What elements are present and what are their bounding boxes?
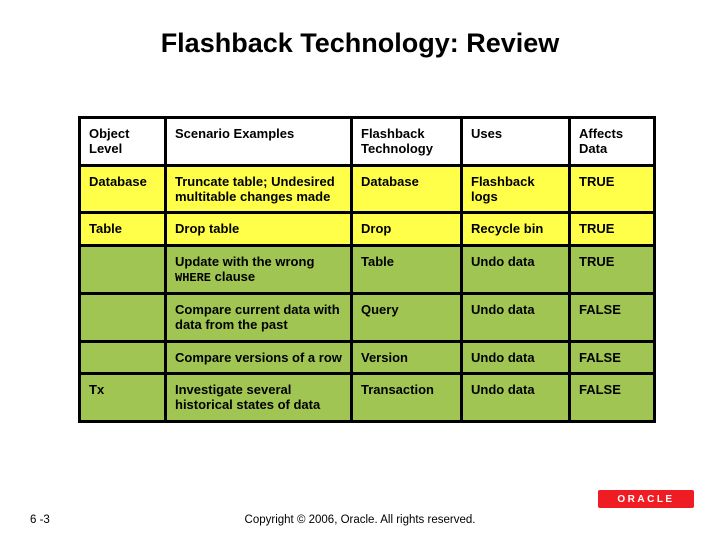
cell-uses: Undo data xyxy=(462,245,570,293)
footer: 6 -3 Copyright © 2006, Oracle. All right… xyxy=(0,514,720,526)
cell-flashback-tech: Version xyxy=(352,341,462,373)
table-row: Table Drop table Drop Recycle bin TRUE xyxy=(80,213,655,245)
cell-flashback-tech: Drop xyxy=(352,213,462,245)
col-header-object-level: Object Level xyxy=(80,118,166,166)
cell-uses: Recycle bin xyxy=(462,213,570,245)
cell-uses: Undo data xyxy=(462,341,570,373)
cell-object-level xyxy=(80,245,166,293)
cell-object-level: Tx xyxy=(80,374,166,422)
cell-scenario: Drop table xyxy=(166,213,352,245)
table-row: Compare current data with data from the … xyxy=(80,294,655,342)
cell-uses: Undo data xyxy=(462,374,570,422)
cell-affects-data: FALSE xyxy=(570,341,655,373)
table-header-row: Object Level Scenario Examples Flashback… xyxy=(80,118,655,166)
cell-flashback-tech: Database xyxy=(352,165,462,213)
logo-text: ORACLE xyxy=(617,494,674,505)
cell-scenario: Update with the wrong WHERE clause xyxy=(166,245,352,293)
cell-affects-data: TRUE xyxy=(570,245,655,293)
cell-uses: Flashback logs xyxy=(462,165,570,213)
table-row: Compare versions of a row Version Undo d… xyxy=(80,341,655,373)
cell-object-level: Database xyxy=(80,165,166,213)
cell-flashback-tech: Transaction xyxy=(352,374,462,422)
cell-affects-data: TRUE xyxy=(570,165,655,213)
cell-scenario-post: clause xyxy=(211,269,255,284)
cell-scenario: Truncate table; Undesired multitable cha… xyxy=(166,165,352,213)
review-table: Object Level Scenario Examples Flashback… xyxy=(78,116,656,423)
table-row: Tx Investigate several historical states… xyxy=(80,374,655,422)
copyright: Copyright © 2006, Oracle. All rights res… xyxy=(0,514,720,526)
table-row: Database Truncate table; Undesired multi… xyxy=(80,165,655,213)
col-header-affects-data: Affects Data xyxy=(570,118,655,166)
slide-title: Flashback Technology: Review xyxy=(0,28,720,59)
col-header-scenario-examples: Scenario Examples xyxy=(166,118,352,166)
cell-object-level xyxy=(80,341,166,373)
cell-object-level xyxy=(80,294,166,342)
col-header-flashback-tech: Flashback Technology xyxy=(352,118,462,166)
cell-affects-data: FALSE xyxy=(570,374,655,422)
cell-affects-data: FALSE xyxy=(570,294,655,342)
col-header-uses: Uses xyxy=(462,118,570,166)
cell-scenario: Investigate several historical states of… xyxy=(166,374,352,422)
cell-scenario: Compare current data with data from the … xyxy=(166,294,352,342)
page-number: 6 -3 xyxy=(30,514,50,526)
table-row: Update with the wrong WHERE clause Table… xyxy=(80,245,655,293)
cell-flashback-tech: Table xyxy=(352,245,462,293)
oracle-logo-icon: ORACLE xyxy=(598,490,694,508)
cell-flashback-tech: Query xyxy=(352,294,462,342)
cell-scenario-pre: Update with the wrong xyxy=(175,254,314,269)
cell-affects-data: TRUE xyxy=(570,213,655,245)
cell-object-level: Table xyxy=(80,213,166,245)
cell-scenario: Compare versions of a row xyxy=(166,341,352,373)
slide: Flashback Technology: Review Object Leve… xyxy=(0,0,720,540)
cell-uses: Undo data xyxy=(462,294,570,342)
cell-scenario-code: WHERE xyxy=(175,271,211,285)
